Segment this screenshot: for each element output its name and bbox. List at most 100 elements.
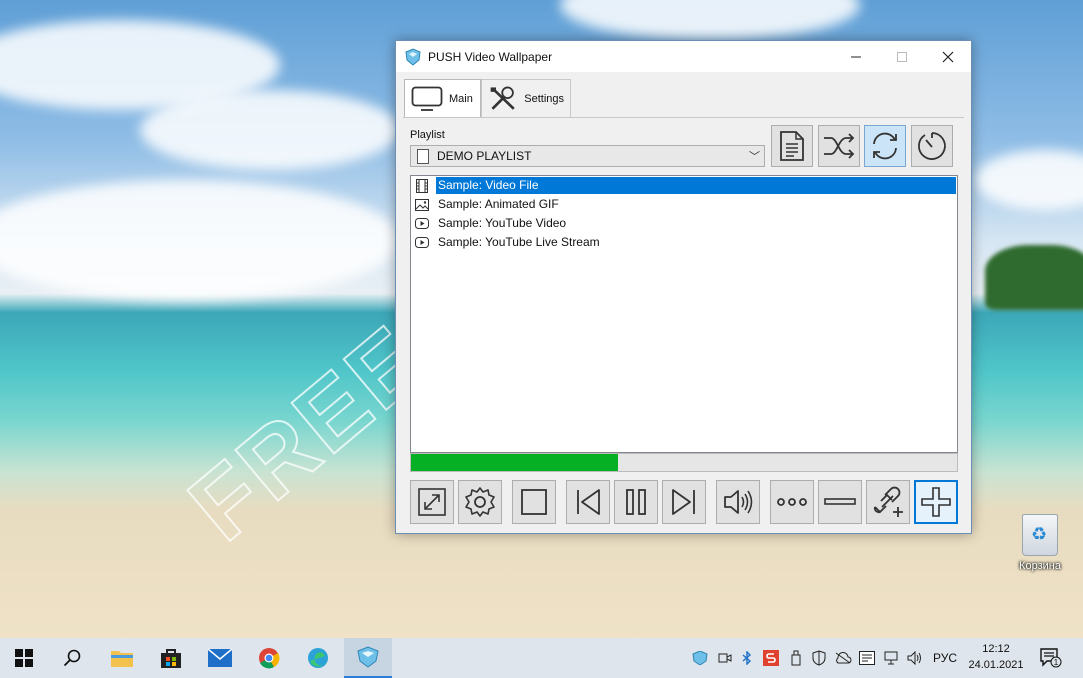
- chrome-icon: [259, 648, 280, 669]
- youtube-icon: [415, 217, 429, 230]
- more-button[interactable]: [770, 480, 814, 524]
- clock[interactable]: 12:12 24.01.2021: [958, 641, 1034, 673]
- settings-button[interactable]: [458, 480, 502, 524]
- tray-app-box[interactable]: [857, 638, 877, 678]
- stop-icon: [521, 489, 547, 515]
- tray-language[interactable]: РУС: [928, 638, 962, 678]
- remove-button[interactable]: [818, 480, 862, 524]
- speaker-icon: [907, 651, 921, 665]
- search-button[interactable]: [48, 638, 96, 678]
- clock-time: 12:12: [982, 643, 1010, 655]
- search-icon: [63, 649, 81, 667]
- add-url-icon: [873, 486, 903, 517]
- repeat-button[interactable]: [864, 125, 906, 167]
- tray-push-icon[interactable]: [690, 638, 710, 678]
- title-bar[interactable]: PUSH Video Wallpaper: [396, 41, 971, 72]
- tray-app-red[interactable]: [761, 638, 781, 678]
- recycle-bin-label: Корзина: [1019, 560, 1061, 572]
- bluetooth-icon: [742, 651, 752, 665]
- shuffle-icon: [824, 133, 855, 159]
- progress-bar[interactable]: [410, 453, 958, 472]
- notification-icon: 1: [1040, 648, 1062, 668]
- network-icon: [884, 651, 898, 665]
- maximize-button[interactable]: [879, 41, 925, 72]
- close-button[interactable]: [925, 41, 971, 72]
- taskbar-file-explorer[interactable]: [98, 638, 146, 678]
- previous-icon: [577, 489, 600, 515]
- shuffle-button[interactable]: [818, 125, 860, 167]
- cloud: [140, 90, 400, 170]
- taskbar-mail[interactable]: [196, 638, 244, 678]
- monitor-icon: [411, 86, 443, 111]
- list-item[interactable]: Sample: Animated GIF: [415, 195, 956, 214]
- palm-trees: [985, 245, 1083, 310]
- add-button[interactable]: [914, 480, 958, 524]
- recycle-bin[interactable]: Корзина: [1012, 514, 1068, 572]
- taskbar-edge[interactable]: [294, 638, 342, 678]
- next-button[interactable]: [662, 480, 706, 524]
- shield-icon: [812, 650, 826, 666]
- image-icon: [415, 198, 429, 211]
- notification-count: 1: [1054, 658, 1059, 667]
- playlist-label: Playlist: [410, 129, 445, 141]
- window-title: PUSH Video Wallpaper: [428, 49, 553, 64]
- webcam-icon: [718, 653, 732, 663]
- fullscreen-button[interactable]: [410, 480, 454, 524]
- taskbar-chrome[interactable]: [245, 638, 293, 678]
- push-video-wallpaper-icon: [357, 646, 379, 668]
- list-item-label: Sample: Video File: [436, 177, 956, 194]
- maximize-icon: [897, 51, 907, 62]
- chevron-down-icon: ﹀: [749, 151, 760, 163]
- tray-security[interactable]: [809, 638, 829, 678]
- notification-center-button[interactable]: 1: [1036, 638, 1066, 678]
- tray-cloud[interactable]: [833, 638, 853, 678]
- stop-button[interactable]: [512, 480, 556, 524]
- app-s-icon: [763, 650, 779, 666]
- mail-icon: [208, 649, 232, 667]
- tab-settings[interactable]: Settings: [481, 79, 571, 117]
- tools-icon: [490, 86, 515, 110]
- cloud: [0, 180, 400, 300]
- film-icon: [415, 178, 429, 193]
- edge-icon: [308, 648, 328, 668]
- playlist-list[interactable]: Sample: Video File Sample: Animated GIF …: [410, 175, 958, 453]
- volume-button[interactable]: [716, 480, 760, 524]
- pause-button[interactable]: [614, 480, 658, 524]
- youtube-icon: [415, 236, 429, 249]
- list-item-label: Sample: YouTube Video: [438, 216, 567, 230]
- main-panel: Playlist DEMO PLAYLIST ﹀ Sample: Video F…: [403, 117, 964, 528]
- tray-bluetooth[interactable]: [738, 638, 756, 678]
- minimize-button[interactable]: [833, 41, 879, 72]
- progress-fill: [411, 454, 619, 471]
- tab-bar: Main Settings: [404, 79, 571, 118]
- tray-usb[interactable]: [786, 638, 806, 678]
- list-item[interactable]: Sample: YouTube Video: [415, 214, 956, 233]
- push-tray-icon: [692, 651, 708, 665]
- display-icon: [859, 651, 875, 665]
- usb-icon: [791, 650, 801, 666]
- list-item[interactable]: Sample: YouTube Live Stream: [415, 233, 956, 252]
- store-icon: [161, 649, 181, 668]
- recycle-bin-icon: [1022, 514, 1058, 556]
- tray-meet-icon[interactable]: [715, 638, 735, 678]
- document-icon: [417, 148, 429, 164]
- playlist-file-button[interactable]: [771, 125, 813, 167]
- more-icon: [777, 498, 807, 506]
- start-button[interactable]: [0, 638, 48, 678]
- remove-icon: [824, 498, 856, 505]
- pause-icon: [626, 489, 646, 515]
- list-item[interactable]: Sample: Video File: [415, 176, 956, 195]
- previous-button[interactable]: [566, 480, 610, 524]
- tab-main[interactable]: Main: [404, 79, 481, 118]
- playlist-selected-value: DEMO PLAYLIST: [437, 149, 532, 163]
- minimize-icon: [851, 56, 861, 57]
- taskbar-store[interactable]: [147, 638, 195, 678]
- tray-network[interactable]: [881, 638, 901, 678]
- timer-button[interactable]: [911, 125, 953, 167]
- tray-volume[interactable]: [905, 638, 925, 678]
- gear-icon: [465, 487, 495, 517]
- taskbar-push-video-wallpaper[interactable]: [344, 638, 392, 678]
- volume-icon: [724, 490, 753, 514]
- playlist-dropdown[interactable]: DEMO PLAYLIST ﹀: [410, 145, 765, 167]
- add-url-button[interactable]: [866, 480, 910, 524]
